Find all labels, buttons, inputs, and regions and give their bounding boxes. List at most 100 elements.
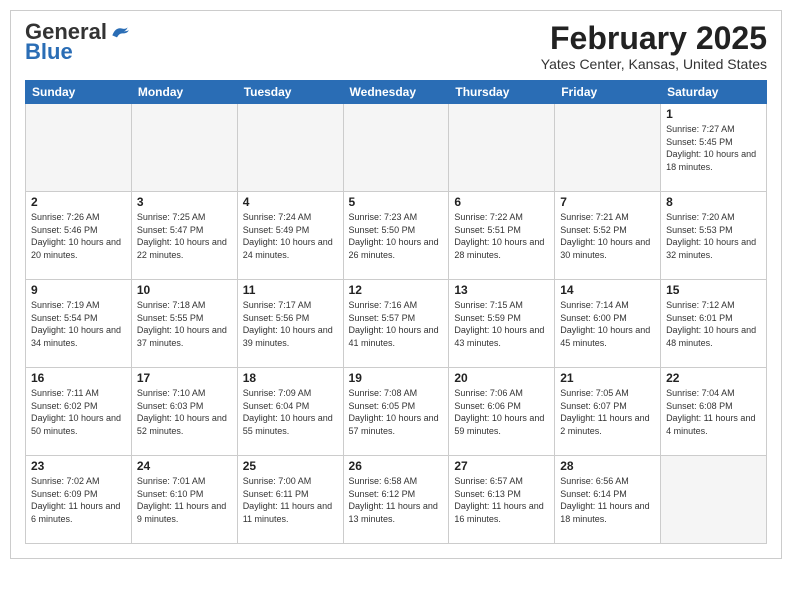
day-number: 17 xyxy=(137,371,232,385)
day-info: Sunrise: 7:27 AM Sunset: 5:45 PM Dayligh… xyxy=(666,123,761,173)
day-cell: 2 Sunrise: 7:26 AM Sunset: 5:46 PM Daylig… xyxy=(26,192,132,280)
calendar-page: General Blue February 2025 Yates Center,… xyxy=(10,10,782,559)
header-saturday: Saturday xyxy=(661,81,767,104)
day-number: 2 xyxy=(31,195,126,209)
day-number: 12 xyxy=(349,283,444,297)
calendar-table: Sunday Monday Tuesday Wednesday Thursday… xyxy=(25,80,767,544)
day-number: 11 xyxy=(243,283,338,297)
day-cell: 10 Sunrise: 7:18 AM Sunset: 5:55 PM Dayli… xyxy=(131,280,237,368)
day-info: Sunrise: 7:00 AM Sunset: 6:11 PM Dayligh… xyxy=(243,475,338,525)
week-row-1: 1 Sunrise: 7:27 AM Sunset: 5:45 PM Daylig… xyxy=(26,104,767,192)
day-info: Sunrise: 7:26 AM Sunset: 5:46 PM Dayligh… xyxy=(31,211,126,261)
day-cell: 27 Sunrise: 6:57 AM Sunset: 6:13 PM Dayli… xyxy=(449,456,555,544)
day-info: Sunrise: 7:17 AM Sunset: 5:56 PM Dayligh… xyxy=(243,299,338,349)
day-cell: 22 Sunrise: 7:04 AM Sunset: 6:08 PM Dayli… xyxy=(661,368,767,456)
day-cell: 23 Sunrise: 7:02 AM Sunset: 6:09 PM Dayli… xyxy=(26,456,132,544)
day-cell: 12Sunrise: 7:16 AM Sunset: 5:57 PM Dayli… xyxy=(343,280,449,368)
day-number: 13 xyxy=(454,283,549,297)
day-cell: 15 Sunrise: 7:12 AM Sunset: 6:01 PM Dayli… xyxy=(661,280,767,368)
day-cell xyxy=(661,456,767,544)
day-cell xyxy=(343,104,449,192)
day-cell xyxy=(131,104,237,192)
day-info: Sunrise: 7:04 AM Sunset: 6:08 PM Dayligh… xyxy=(666,387,761,437)
day-cell: 25 Sunrise: 7:00 AM Sunset: 6:11 PM Dayli… xyxy=(237,456,343,544)
day-info: Sunrise: 7:05 AM Sunset: 6:07 PM Dayligh… xyxy=(560,387,655,437)
day-cell: 18 Sunrise: 7:09 AM Sunset: 6:04 PM Dayli… xyxy=(237,368,343,456)
week-row-3: 9Sunrise: 7:19 AM Sunset: 5:54 PM Daylig… xyxy=(26,280,767,368)
day-cell: 11 Sunrise: 7:17 AM Sunset: 5:56 PM Dayli… xyxy=(237,280,343,368)
day-cell: 26Sunrise: 6:58 AM Sunset: 6:12 PM Dayli… xyxy=(343,456,449,544)
day-info: Sunrise: 7:25 AM Sunset: 5:47 PM Dayligh… xyxy=(137,211,232,261)
day-cell: 3 Sunrise: 7:25 AM Sunset: 5:47 PM Daylig… xyxy=(131,192,237,280)
day-info: Sunrise: 7:22 AM Sunset: 5:51 PM Dayligh… xyxy=(454,211,549,261)
week-row-4: 16 Sunrise: 7:11 AM Sunset: 6:02 PM Dayli… xyxy=(26,368,767,456)
logo: General Blue xyxy=(25,21,129,65)
day-number: 27 xyxy=(454,459,549,473)
day-info: Sunrise: 7:11 AM Sunset: 6:02 PM Dayligh… xyxy=(31,387,126,437)
day-cell: 5 Sunrise: 7:23 AM Sunset: 5:50 PM Daylig… xyxy=(343,192,449,280)
day-cell: 9Sunrise: 7:19 AM Sunset: 5:54 PM Daylig… xyxy=(26,280,132,368)
header-wednesday: Wednesday xyxy=(343,81,449,104)
day-cell: 13 Sunrise: 7:15 AM Sunset: 5:59 PM Dayli… xyxy=(449,280,555,368)
day-info: Sunrise: 7:23 AM Sunset: 5:50 PM Dayligh… xyxy=(349,211,444,261)
day-number: 3 xyxy=(137,195,232,209)
day-number: 7 xyxy=(560,195,655,209)
day-info: Sunrise: 7:10 AM Sunset: 6:03 PM Dayligh… xyxy=(137,387,232,437)
week-row-5: 23 Sunrise: 7:02 AM Sunset: 6:09 PM Dayli… xyxy=(26,456,767,544)
day-number: 24 xyxy=(137,459,232,473)
header-thursday: Thursday xyxy=(449,81,555,104)
month-title: February 2025 xyxy=(541,21,767,56)
day-cell: 4 Sunrise: 7:24 AM Sunset: 5:49 PM Daylig… xyxy=(237,192,343,280)
day-info: Sunrise: 7:12 AM Sunset: 6:01 PM Dayligh… xyxy=(666,299,761,349)
day-cell: 7 Sunrise: 7:21 AM Sunset: 5:52 PM Daylig… xyxy=(555,192,661,280)
day-number: 22 xyxy=(666,371,761,385)
day-cell xyxy=(449,104,555,192)
day-cell: 19Sunrise: 7:08 AM Sunset: 6:05 PM Dayli… xyxy=(343,368,449,456)
day-number: 1 xyxy=(666,107,761,121)
day-info: Sunrise: 6:57 AM Sunset: 6:13 PM Dayligh… xyxy=(454,475,549,525)
day-cell: 20 Sunrise: 7:06 AM Sunset: 6:06 PM Dayli… xyxy=(449,368,555,456)
day-number: 14 xyxy=(560,283,655,297)
day-number: 5 xyxy=(349,195,444,209)
day-number: 18 xyxy=(243,371,338,385)
day-number: 21 xyxy=(560,371,655,385)
day-info: Sunrise: 7:06 AM Sunset: 6:06 PM Dayligh… xyxy=(454,387,549,437)
day-info: Sunrise: 6:56 AM Sunset: 6:14 PM Dayligh… xyxy=(560,475,655,525)
day-info: Sunrise: 7:15 AM Sunset: 5:59 PM Dayligh… xyxy=(454,299,549,349)
day-number: 28 xyxy=(560,459,655,473)
day-cell xyxy=(26,104,132,192)
week-row-2: 2 Sunrise: 7:26 AM Sunset: 5:46 PM Daylig… xyxy=(26,192,767,280)
day-info: Sunrise: 7:09 AM Sunset: 6:04 PM Dayligh… xyxy=(243,387,338,437)
day-info: Sunrise: 7:24 AM Sunset: 5:49 PM Dayligh… xyxy=(243,211,338,261)
header-monday: Monday xyxy=(131,81,237,104)
header-friday: Friday xyxy=(555,81,661,104)
day-cell: 28 Sunrise: 6:56 AM Sunset: 6:14 PM Dayli… xyxy=(555,456,661,544)
day-cell: 24 Sunrise: 7:01 AM Sunset: 6:10 PM Dayli… xyxy=(131,456,237,544)
logo-blue-text: Blue xyxy=(25,39,73,65)
day-number: 10 xyxy=(137,283,232,297)
day-number: 16 xyxy=(31,371,126,385)
day-cell: 6 Sunrise: 7:22 AM Sunset: 5:51 PM Daylig… xyxy=(449,192,555,280)
day-number: 8 xyxy=(666,195,761,209)
day-number: 25 xyxy=(243,459,338,473)
day-number: 6 xyxy=(454,195,549,209)
day-cell: 8Sunrise: 7:20 AM Sunset: 5:53 PM Daylig… xyxy=(661,192,767,280)
day-info: Sunrise: 7:21 AM Sunset: 5:52 PM Dayligh… xyxy=(560,211,655,261)
day-number: 23 xyxy=(31,459,126,473)
day-number: 4 xyxy=(243,195,338,209)
day-number: 20 xyxy=(454,371,549,385)
day-info: Sunrise: 6:58 AM Sunset: 6:12 PM Dayligh… xyxy=(349,475,444,525)
day-cell xyxy=(237,104,343,192)
day-number: 9 xyxy=(31,283,126,297)
day-info: Sunrise: 7:14 AM Sunset: 6:00 PM Dayligh… xyxy=(560,299,655,349)
day-number: 15 xyxy=(666,283,761,297)
day-info: Sunrise: 7:18 AM Sunset: 5:55 PM Dayligh… xyxy=(137,299,232,349)
day-info: Sunrise: 7:08 AM Sunset: 6:05 PM Dayligh… xyxy=(349,387,444,437)
logo-bird-icon xyxy=(109,22,129,42)
header-sunday: Sunday xyxy=(26,81,132,104)
day-info: Sunrise: 7:02 AM Sunset: 6:09 PM Dayligh… xyxy=(31,475,126,525)
day-cell xyxy=(555,104,661,192)
weekday-header-row: Sunday Monday Tuesday Wednesday Thursday… xyxy=(26,81,767,104)
day-cell: 16 Sunrise: 7:11 AM Sunset: 6:02 PM Dayli… xyxy=(26,368,132,456)
day-info: Sunrise: 7:01 AM Sunset: 6:10 PM Dayligh… xyxy=(137,475,232,525)
